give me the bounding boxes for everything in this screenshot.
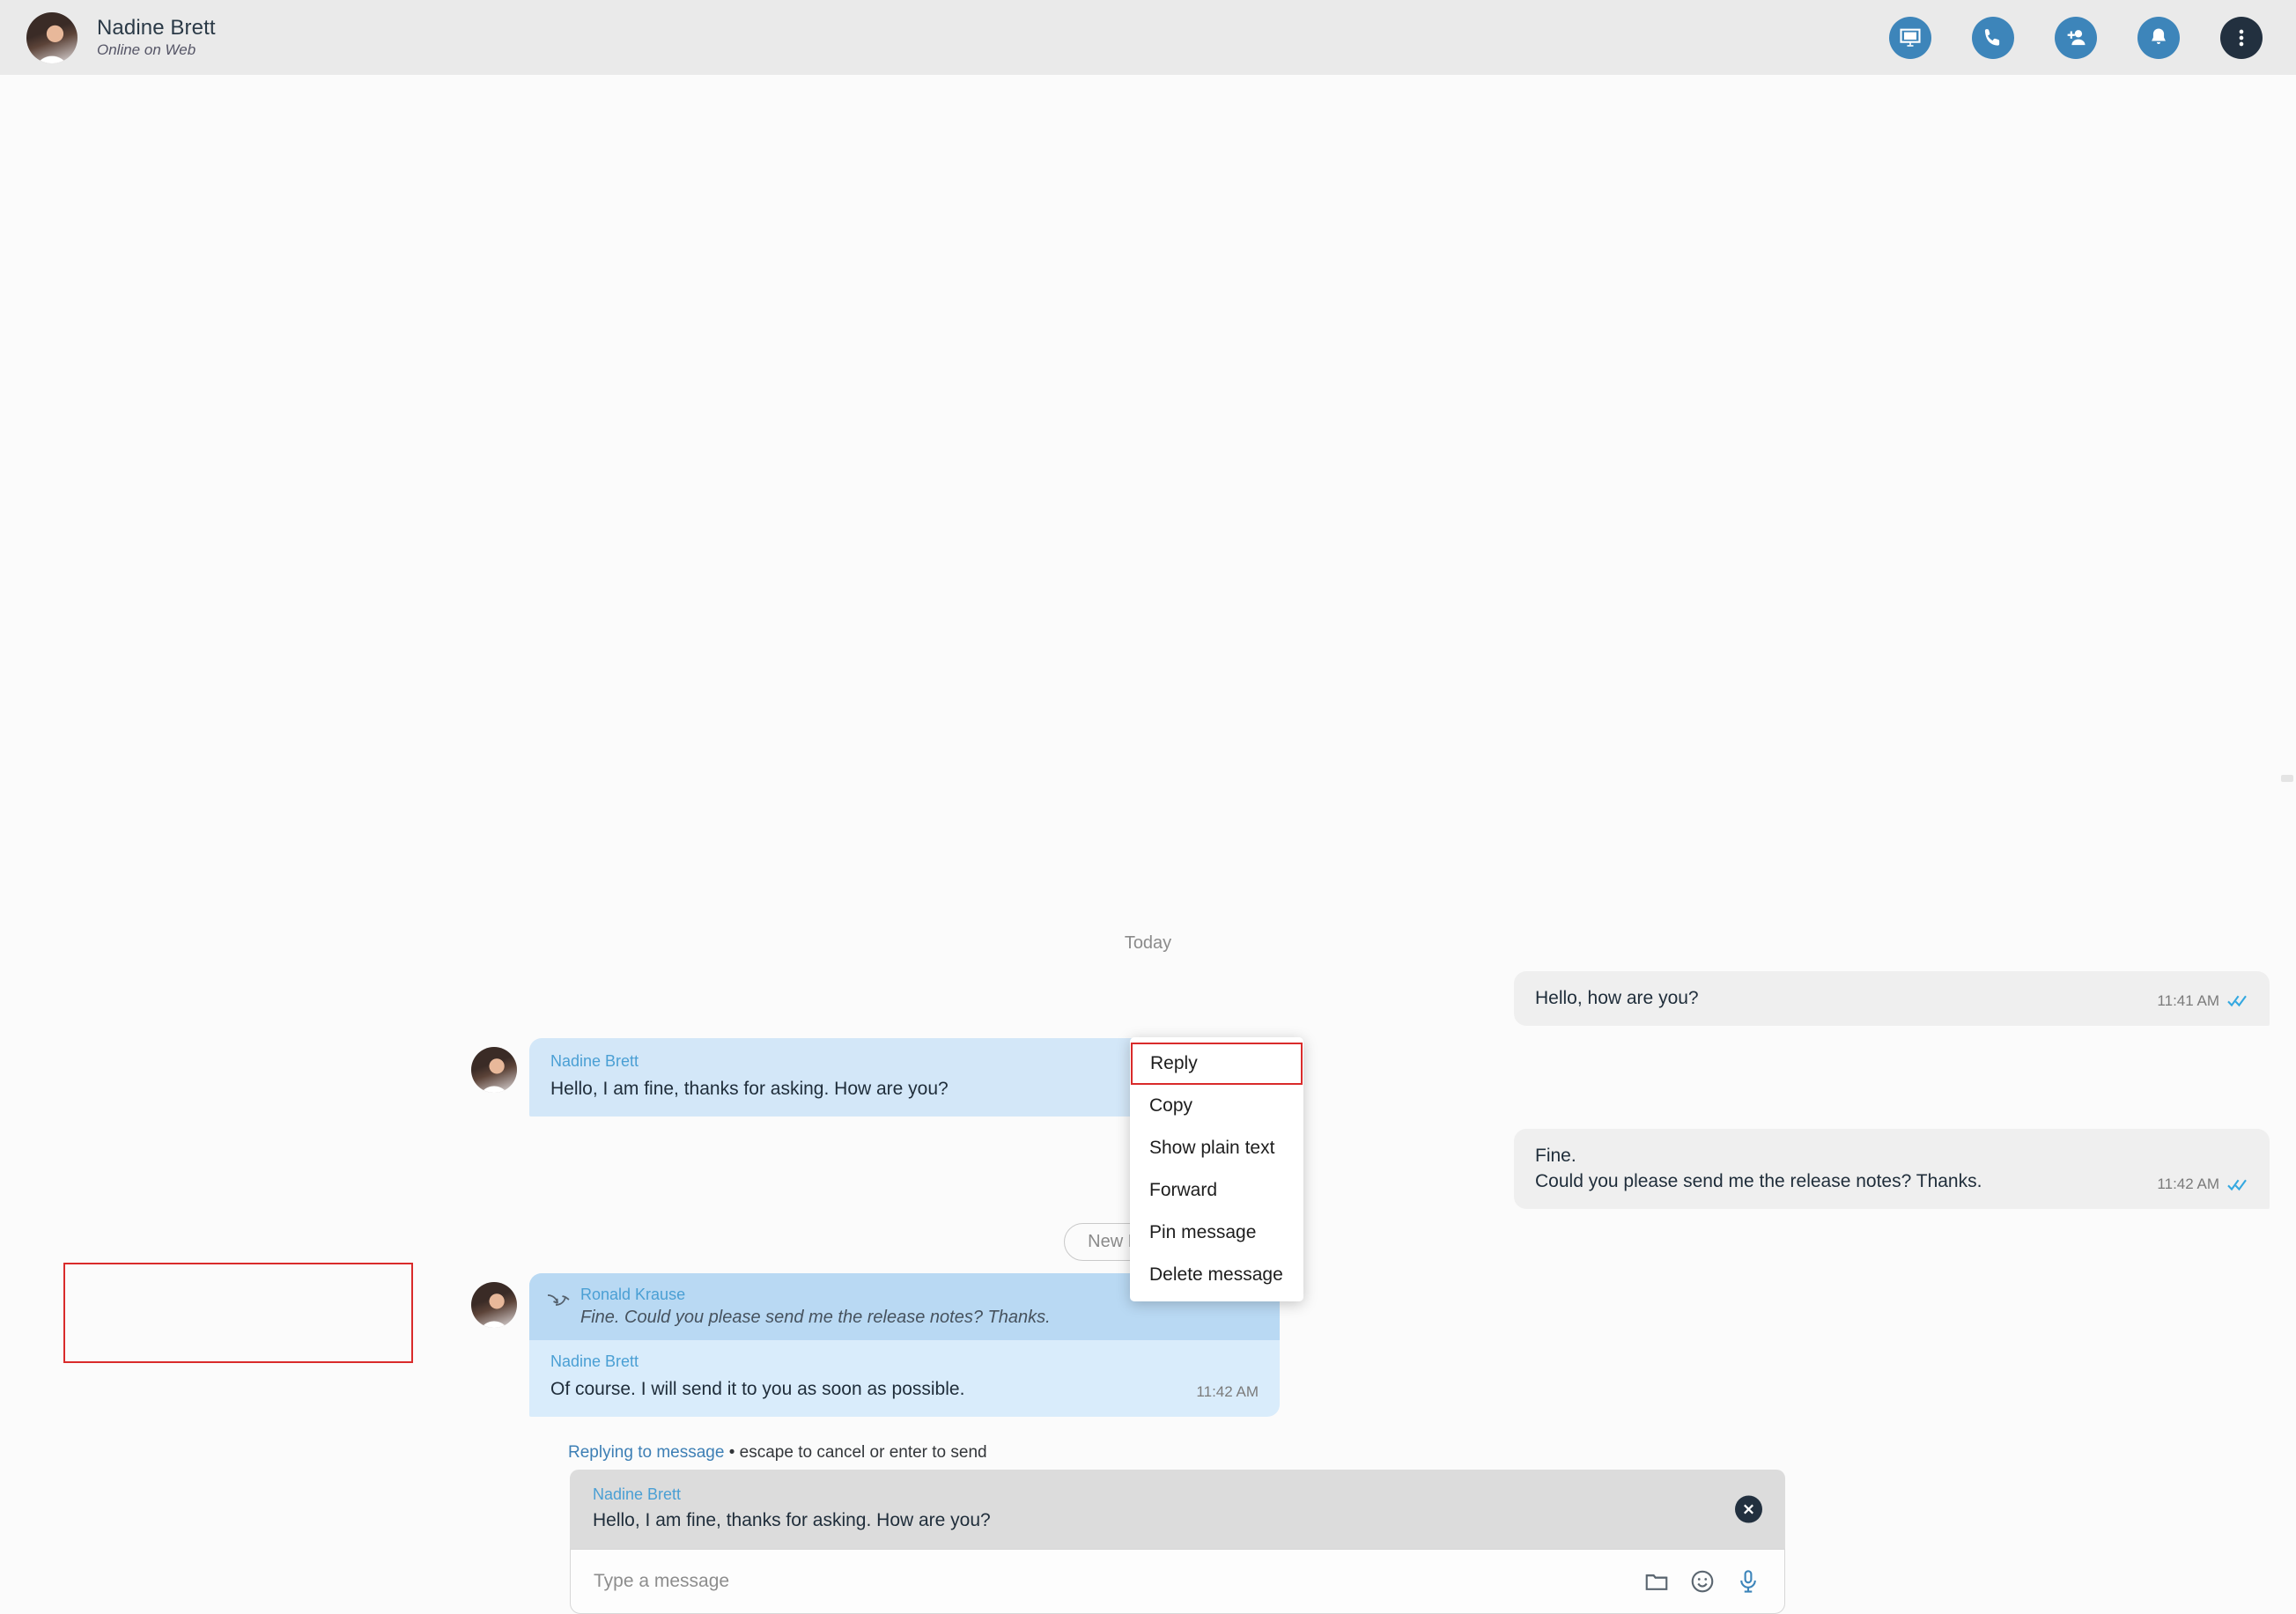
replying-to-message-link[interactable]: Replying to message (568, 1443, 724, 1462)
message-meta: 11:42 AM (1196, 1383, 1259, 1403)
microphone-icon[interactable] (1735, 1568, 1761, 1595)
chat-body: Today Hello, how are you? 11:41 AM Nadin… (0, 75, 2296, 1614)
read-receipt-icon (2227, 995, 2247, 1007)
attach-file-icon[interactable] (1643, 1568, 1670, 1595)
message-input-bar (570, 1549, 1785, 1614)
message-content: Nadine Brett Of course. I will send it t… (550, 1352, 1171, 1403)
more-options-icon[interactable] (2220, 16, 2263, 59)
message-text: Fine. Could you please send me the relea… (1535, 1143, 2132, 1196)
message-input[interactable] (594, 1550, 1643, 1613)
reply-hint: Replying to message • escape to cancel o… (31, 1443, 2270, 1463)
message-selection-outline (63, 1263, 413, 1364)
chat-header: Nadine Brett Online on Web (0, 0, 2296, 75)
reply-preview-sender: Nadine Brett (593, 1485, 682, 1503)
close-icon[interactable] (1735, 1495, 1762, 1523)
screen-share-icon[interactable] (1889, 16, 1931, 59)
menu-item-delete-message[interactable]: Delete message (1130, 1254, 1303, 1296)
reply-preview-text: Hello, I am fine, thanks for asking. How… (593, 1510, 991, 1530)
message-text-line1: Fine. (1535, 1145, 1576, 1166)
phone-call-icon[interactable] (1972, 16, 2014, 59)
message-time: 11:42 AM (1196, 1383, 1259, 1400)
menu-item-pin-message[interactable]: Pin message (1130, 1212, 1303, 1254)
composer: Nadine Brett Hello, I am fine, thanks fo… (570, 1470, 1785, 1614)
reply-hint-text: • escape to cancel or enter to send (724, 1443, 987, 1462)
day-divider: Today (1124, 932, 1172, 953)
message-time: 11:41 AM (2157, 991, 2219, 1009)
sender-avatar[interactable] (471, 1046, 517, 1093)
contact-avatar[interactable] (26, 11, 78, 63)
header-actions (1889, 16, 2263, 59)
message-meta: 11:41 AM (2157, 992, 2248, 1012)
sender-avatar[interactable] (471, 1282, 517, 1329)
message-meta: 11:42 AM (2157, 1175, 2248, 1195)
context-menu: Reply Copy Show plain text Forward Pin m… (1130, 1037, 1303, 1301)
scrollbar-thumb[interactable] (2281, 775, 2293, 782)
message-text: Of course. I will send it to you as soon… (550, 1379, 965, 1400)
avatar-image (471, 1046, 517, 1093)
sender-name: Nadine Brett (550, 1352, 639, 1371)
add-person-icon[interactable] (2055, 16, 2097, 59)
composer-icons (1643, 1568, 1761, 1595)
emoji-icon[interactable] (1689, 1568, 1716, 1595)
contact-status: Online on Web (97, 41, 196, 59)
menu-item-copy[interactable]: Copy (1130, 1085, 1303, 1127)
menu-item-reply[interactable]: Reply (1131, 1043, 1303, 1085)
contact-identity: Nadine Brett Online on Web (97, 16, 216, 60)
outgoing-bubble[interactable]: Hello, how are you? 11:41 AM (1514, 970, 2270, 1026)
menu-item-show-plain-text[interactable]: Show plain text (1130, 1127, 1303, 1169)
reply-arrow-icon (547, 1294, 570, 1307)
outgoing-bubble[interactable]: Fine. Could you please send me the relea… (1514, 1128, 2270, 1210)
avatar-image (471, 1282, 517, 1329)
notification-bell-icon[interactable] (2137, 16, 2180, 59)
quoted-text: Fine. Could you please send me the relea… (580, 1308, 1051, 1328)
contact-name: Nadine Brett (97, 15, 216, 40)
avatar-image (26, 11, 78, 63)
message-text: Hello, how are you? (1535, 987, 1699, 1008)
reply-preview: Nadine Brett Hello, I am fine, thanks fo… (570, 1470, 1785, 1549)
read-receipt-icon (2227, 1179, 2247, 1190)
menu-item-forward[interactable]: Forward (1130, 1169, 1303, 1212)
message-row: Hello, how are you? 11:41 AM (26, 970, 2270, 1026)
message-body: Nadine Brett Of course. I will send it t… (529, 1340, 1280, 1417)
message-text-line2: Could you please send me the release not… (1535, 1171, 1982, 1192)
message-time: 11:42 AM (2157, 1175, 2219, 1193)
composer-zone: Replying to message • escape to cancel o… (0, 1429, 2296, 1614)
